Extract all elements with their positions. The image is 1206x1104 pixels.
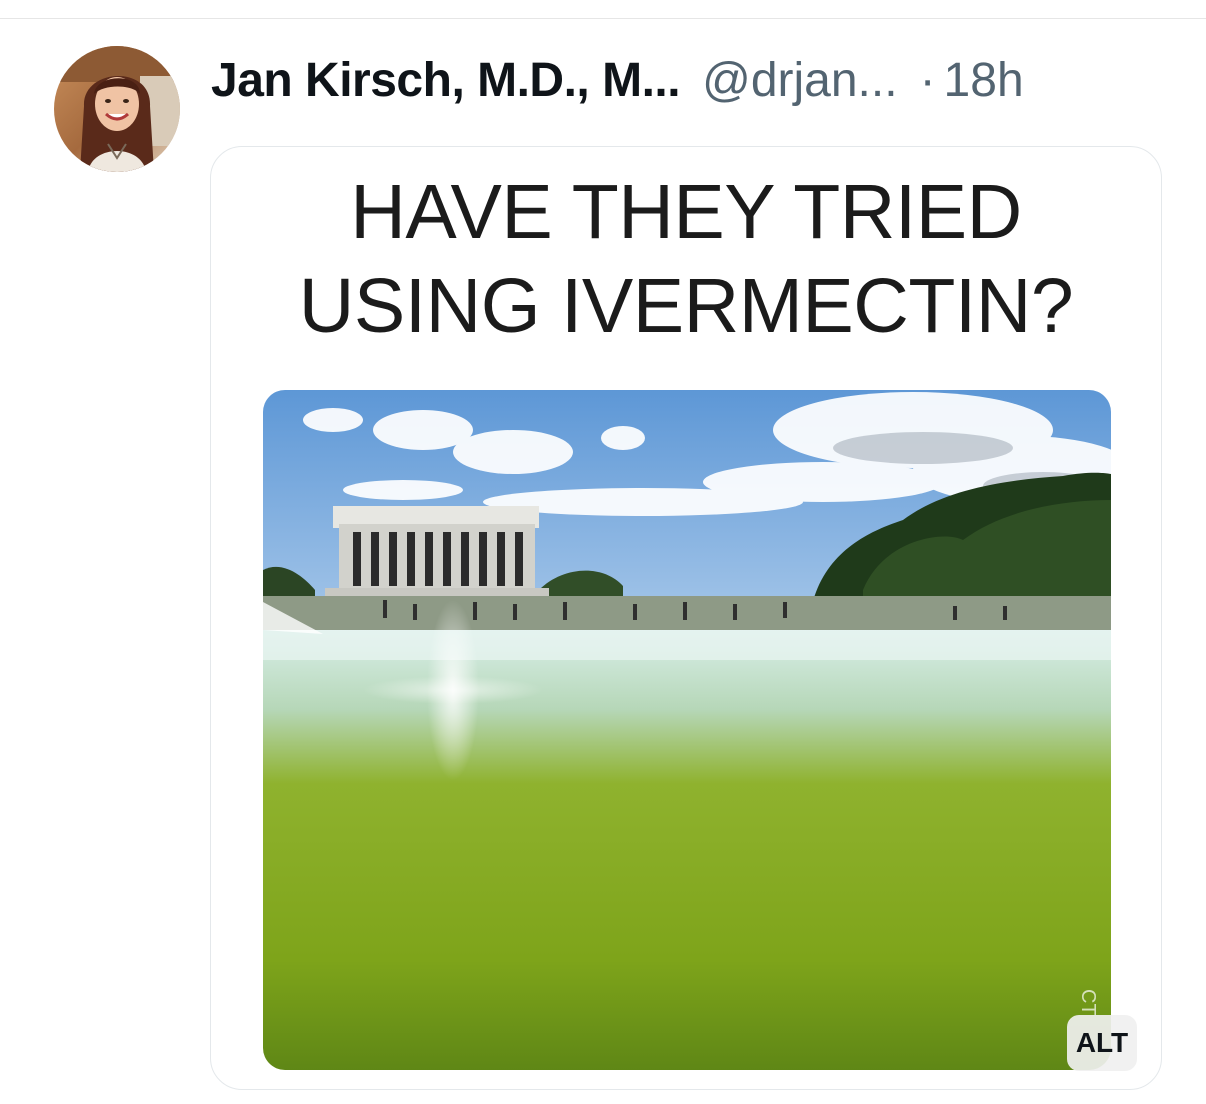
- tweet-media-card[interactable]: HAVE THEY TRIED USING IVERMECTIN? CT ALT: [210, 146, 1162, 1090]
- author-name[interactable]: Jan Kirsch, M.D., M...: [211, 53, 681, 108]
- alt-text-badge[interactable]: ALT: [1067, 1015, 1137, 1071]
- meme-caption-line-2: USING IVERMECTIN?: [298, 263, 1074, 349]
- separator-dot: ·: [919, 53, 936, 107]
- author-handle[interactable]: @drjan...: [702, 53, 897, 108]
- author-avatar[interactable]: [54, 46, 180, 172]
- meme-caption: HAVE THEY TRIED USING IVERMECTIN?: [211, 165, 1161, 353]
- landscape-photo-icon: [263, 390, 1111, 1070]
- reflecting-pool-photo: [263, 390, 1111, 1070]
- user-avatar-icon: [54, 46, 180, 172]
- top-divider: [0, 18, 1206, 19]
- image-watermark: CT: [1077, 989, 1099, 1016]
- meme-caption-line-1: HAVE THEY TRIED: [350, 169, 1022, 255]
- tweet-header: Jan Kirsch, M.D., M... @drjan... · 18h: [211, 50, 1024, 110]
- tweet-timestamp[interactable]: 18h: [944, 53, 1024, 108]
